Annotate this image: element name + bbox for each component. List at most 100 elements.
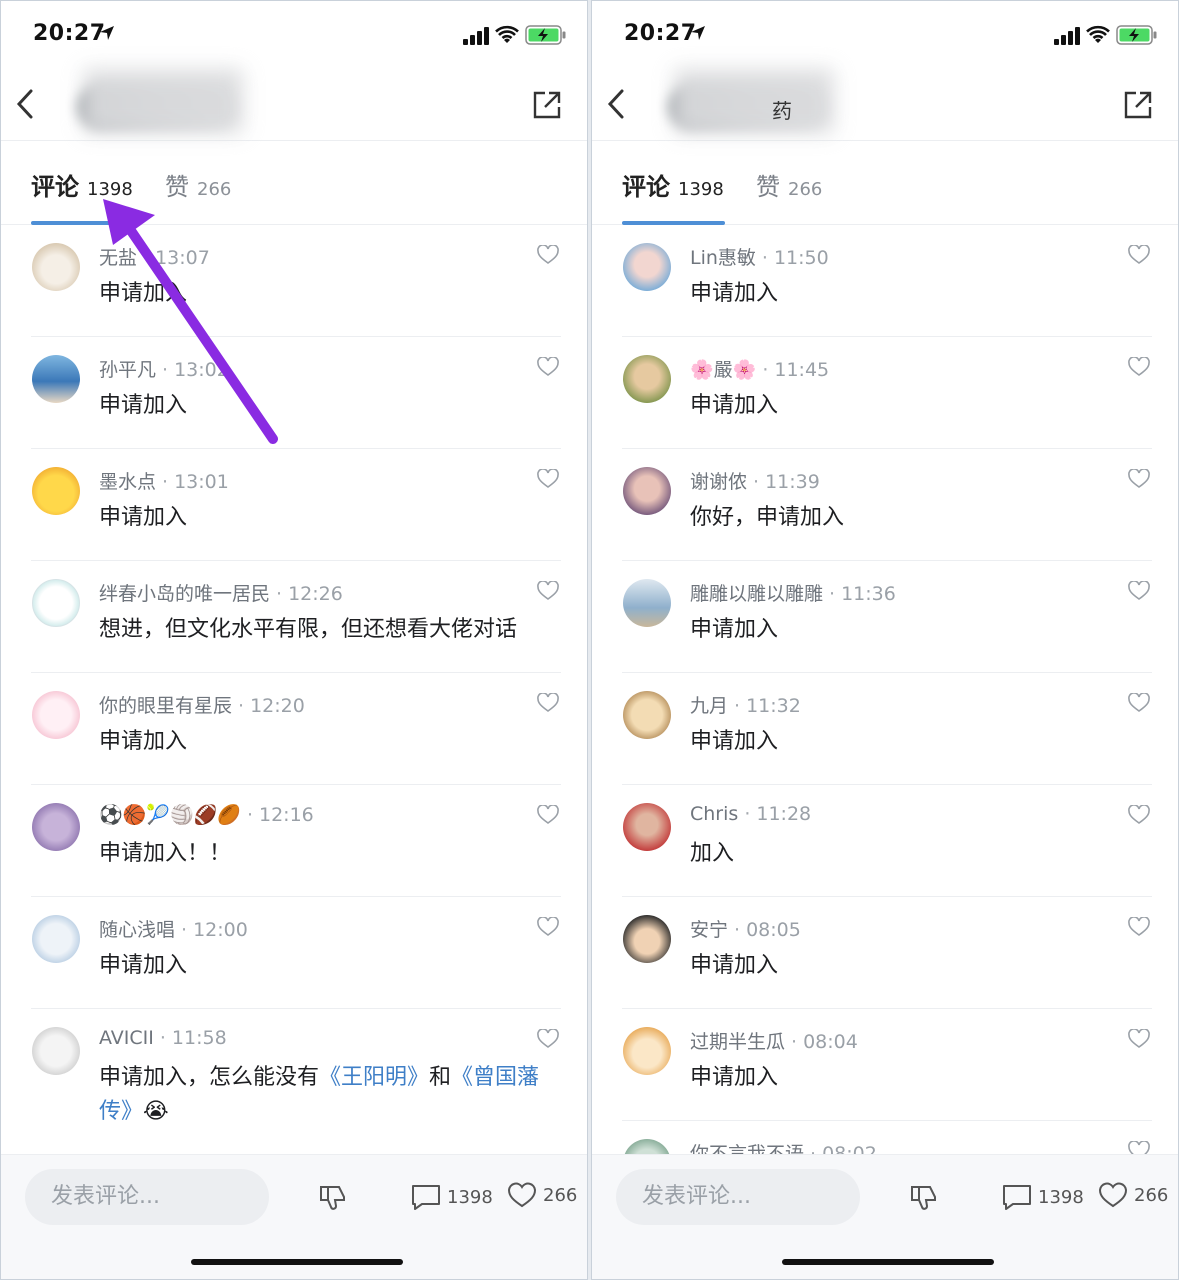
comment-item: 安宁 · 08:05 申请加入 (592, 897, 1178, 1009)
heart-icon[interactable] (537, 245, 559, 265)
avatar[interactable] (623, 467, 671, 515)
book-link[interactable]: 《王阳明》 (319, 1065, 429, 1090)
comment-text: 申请加入 (99, 281, 188, 306)
right-phone-screen: 20:27 药 评论 1398 赞 266 Lin惠敏·11:50 申请加入 (591, 0, 1179, 1280)
comment-time: 11:32 (746, 695, 801, 717)
heart-icon[interactable] (537, 917, 559, 937)
back-chevron-icon[interactable] (602, 87, 632, 121)
tab-likes[interactable]: 赞 266 (756, 167, 822, 202)
thumbs-down-icon[interactable] (317, 1181, 349, 1213)
heart-outline-icon (1098, 1182, 1128, 1208)
thumbs-down-icon[interactable] (908, 1181, 940, 1213)
commenter-name[interactable]: 雕雕以雕以雕雕 (690, 583, 823, 605)
commenter-name[interactable]: 绊春小岛的唯一居民 (99, 583, 270, 605)
comment-text: 申请加入 (99, 393, 188, 418)
comment-text: 申请加入 (690, 953, 779, 978)
heart-icon[interactable] (537, 469, 559, 489)
avatar[interactable] (32, 803, 80, 851)
commenter-name[interactable]: 谢谢侬 (690, 471, 747, 493)
comment-time: 12:26 (288, 583, 343, 605)
avatar[interactable] (32, 355, 80, 403)
heart-icon[interactable] (1128, 357, 1150, 377)
crying-emoji: 😭 (143, 1099, 169, 1124)
avatar[interactable] (32, 1027, 80, 1075)
avatar[interactable] (623, 691, 671, 739)
heart-icon[interactable] (1128, 245, 1150, 265)
location-arrow-icon (100, 26, 114, 40)
comment-input[interactable]: 发表评论... (25, 1169, 269, 1225)
heart-icon[interactable] (1128, 805, 1150, 825)
heart-icon[interactable] (1128, 1029, 1150, 1049)
comment-input[interactable]: 发表评论... (616, 1169, 860, 1225)
tab-likes[interactable]: 赞 266 (165, 167, 231, 202)
tab-comments[interactable]: 评论 1398 (31, 167, 133, 202)
comment-time: 11:28 (756, 803, 812, 825)
comment-time: 11:50 (773, 247, 829, 269)
heart-icon[interactable] (1128, 917, 1150, 937)
heart-icon[interactable] (1128, 581, 1150, 601)
avatar[interactable] (32, 691, 80, 739)
avatar[interactable] (32, 467, 80, 515)
avatar[interactable] (32, 579, 80, 627)
avatar[interactable] (623, 355, 671, 403)
comment-time: 13:01 (174, 471, 229, 493)
avatar[interactable] (623, 915, 671, 963)
comment-item: AVICII · 11:58 申请加入，怎么能没有《王阳明》和《曾国藩传》😭 (1, 1009, 587, 1155)
commenter-name[interactable]: ⚽🏀🎾🏐🏈🏉 (99, 804, 241, 826)
commenter-name[interactable]: 九月 (690, 695, 728, 717)
comment-count-button[interactable]: 1398 (411, 1183, 493, 1211)
commenter-name[interactable]: 你的眼里有星辰 (99, 695, 232, 717)
commenter-name[interactable]: 随心浅唱 (99, 919, 175, 941)
commenter-name[interactable]: 🌸嚴🌸 (690, 359, 756, 381)
battery-charging-icon (1116, 25, 1157, 45)
comment-time: 13:07 (155, 247, 210, 269)
heart-icon[interactable] (537, 581, 559, 601)
share-external-icon[interactable] (1122, 89, 1154, 121)
comment-bubble-icon (412, 1185, 440, 1210)
comment-time: 12:00 (193, 919, 248, 941)
commenter-name[interactable]: Chris (690, 803, 738, 825)
avatar[interactable] (32, 243, 80, 291)
heart-icon[interactable] (1128, 693, 1150, 713)
comment-text: 你好，申请加入 (690, 505, 845, 530)
avatar[interactable] (623, 803, 671, 851)
commenter-name[interactable]: 墨水点 (99, 471, 156, 493)
commenter-name[interactable]: 安宁 (690, 919, 728, 941)
avatar[interactable] (32, 915, 80, 963)
nav-bar: 药 (592, 65, 1178, 141)
commenter-name[interactable]: 无盐 (99, 247, 137, 269)
heart-icon[interactable] (537, 357, 559, 377)
heart-icon[interactable] (537, 805, 559, 825)
comment-text: 想进，但文化水平有限，但还想看大佬对话 (99, 617, 518, 642)
comment-item: 雕雕以雕以雕雕 · 11:36 申请加入 (592, 561, 1178, 673)
comment-item: 九月 · 11:32 申请加入 (592, 673, 1178, 785)
avatar[interactable] (623, 579, 671, 627)
avatar[interactable] (623, 1027, 671, 1075)
bottom-action-bar: 发表评论... 1398 266 (1, 1154, 587, 1279)
heart-icon[interactable] (537, 1029, 559, 1049)
like-count-button[interactable]: 266 (1098, 1181, 1168, 1209)
comment-item: 过期半生瓜 · 08:04 申请加入 (592, 1009, 1178, 1121)
commenter-name[interactable]: 孙平凡 (99, 359, 156, 381)
heart-outline-icon (507, 1182, 537, 1208)
heart-icon[interactable] (537, 693, 559, 713)
tab-comments[interactable]: 评论 1398 (622, 167, 724, 202)
bottom-action-bar: 发表评论... 1398 266 (592, 1154, 1178, 1279)
back-chevron-icon[interactable] (11, 87, 41, 121)
comment-text: 申请加入 (690, 281, 779, 306)
comment-tabs: 评论 1398 赞 266 (1, 141, 587, 225)
comment-text: 加入 (690, 841, 735, 866)
group-title-blurred (83, 69, 243, 133)
commenter-name[interactable]: Lin惠敏 (690, 247, 756, 269)
commenter-name[interactable]: AVICII (99, 1027, 154, 1049)
comment-time: 08:04 (803, 1031, 858, 1053)
heart-icon[interactable] (1128, 469, 1150, 489)
comment-count-button[interactable]: 1398 (1002, 1183, 1084, 1211)
comment-text: 申请加入 (99, 505, 188, 530)
avatar[interactable] (623, 243, 671, 291)
commenter-name[interactable]: 过期半生瓜 (690, 1031, 785, 1053)
like-count-button[interactable]: 266 (507, 1181, 577, 1209)
comment-time: 11:58 (171, 1027, 227, 1049)
comment-tabs: 评论 1398 赞 266 (592, 141, 1178, 225)
share-external-icon[interactable] (531, 89, 563, 121)
